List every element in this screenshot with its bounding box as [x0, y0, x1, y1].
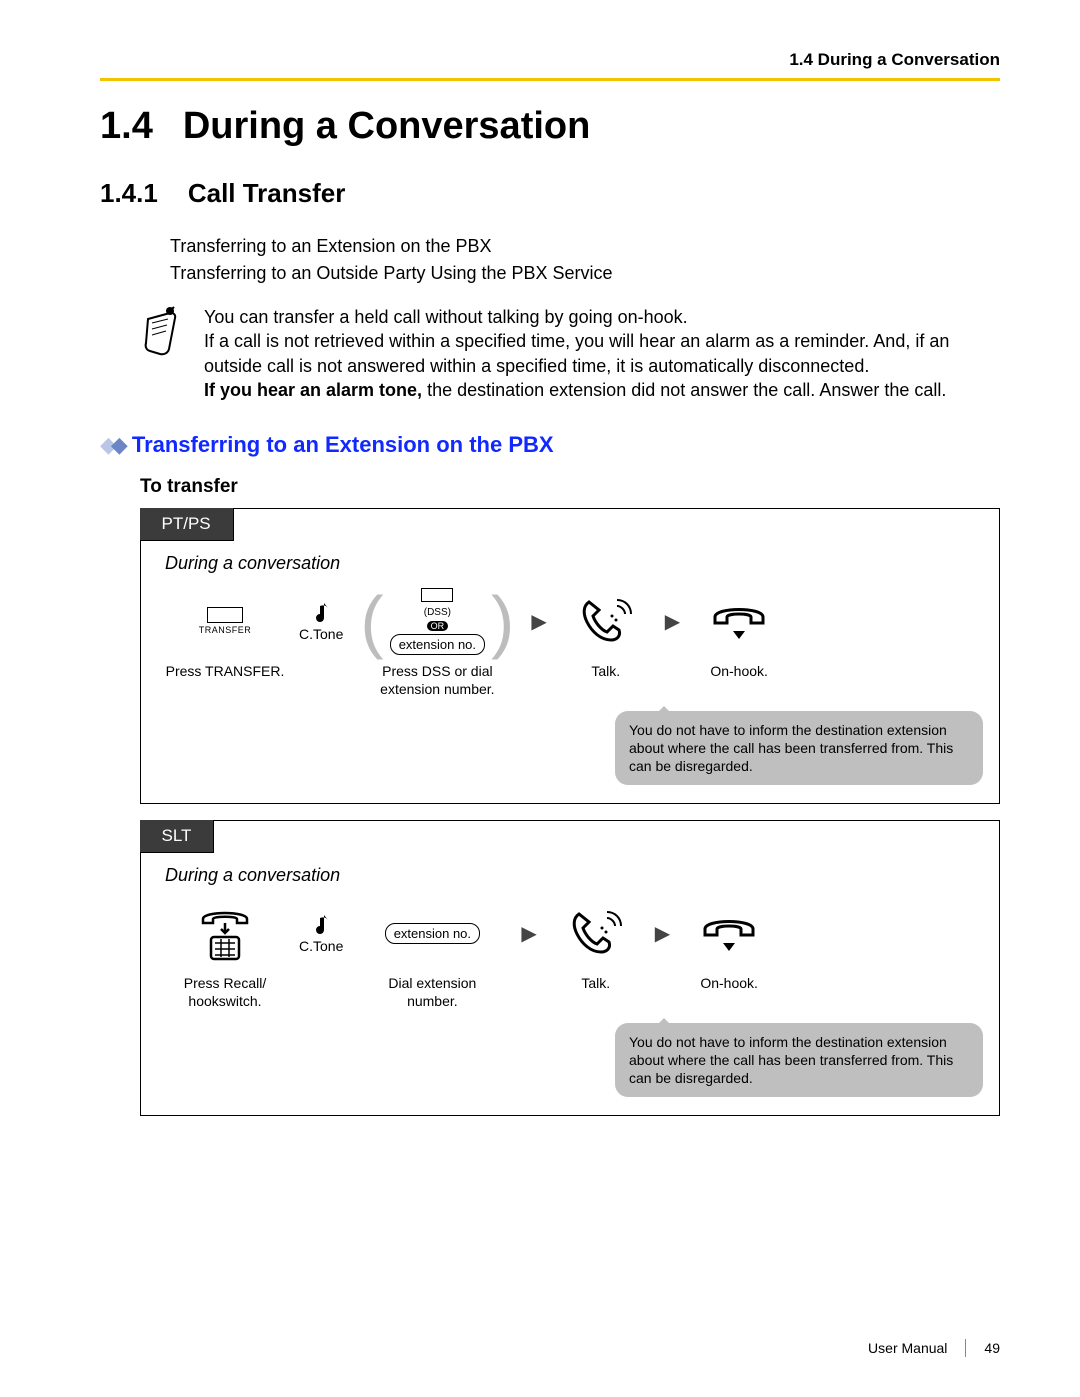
page: 1.4 During a Conversation 1.4 During a C… [0, 0, 1080, 1397]
step-recall: Press Recall/ hookswitch. [165, 898, 285, 1010]
onhook-icon [709, 601, 769, 641]
note-bold: If you hear an alarm tone, [204, 380, 422, 400]
note-line: If a call is not retrieved within a spec… [204, 329, 1000, 378]
handset-talk-icon [569, 908, 623, 958]
context-label: During a conversation [165, 553, 983, 574]
procedure-tab: PT/PS [140, 508, 234, 541]
section-title: During a Conversation [183, 105, 591, 148]
footer-label: User Manual [868, 1340, 947, 1356]
step-caption: Press DSS or dial extension number. [380, 662, 494, 698]
procedure-title: To transfer [140, 476, 1000, 498]
note-text: You can transfer a held call without tal… [204, 305, 1000, 402]
step-caption: Press Recall/ hookswitch. [184, 974, 266, 1010]
diamond-bullet-icon: ◆◆ [100, 432, 122, 458]
step-caption: On-hook. [700, 974, 758, 992]
arrow-icon: ▶ [655, 898, 670, 968]
top-rule [100, 78, 1000, 81]
page-footer: User Manual 49 [868, 1339, 1000, 1357]
step-ext: extension no. Dial extension number. [357, 898, 507, 1010]
step-onhook: On-hook. [684, 898, 774, 992]
ctone-label: C.Tone [299, 626, 343, 642]
step-caption: Press TRANSFER. [166, 662, 285, 680]
section-number: 1.4 [100, 105, 153, 148]
blue-subheading: ◆◆ Transferring to an Extension on the P… [100, 432, 1000, 458]
music-note-icon [310, 912, 332, 938]
note-rest: the destination extension did not answer… [422, 380, 946, 400]
step-transfer: TRANSFER Press TRANSFER. [165, 586, 285, 680]
running-head: 1.4 During a Conversation [100, 50, 1000, 70]
toc-item: Transferring to an Outside Party Using t… [170, 260, 1000, 287]
hookswitch-icon [197, 903, 253, 963]
step-caption: Dial extension number. [388, 974, 476, 1010]
or-badge: OR [427, 621, 449, 631]
subsection-number: 1.4.1 [100, 178, 158, 209]
subsection-heading: 1.4.1 Call Transfer [100, 178, 1000, 209]
subsection-title: Call Transfer [188, 178, 346, 209]
step-talk: Talk. [561, 586, 651, 680]
steps-row: Press Recall/ hookswitch. C.Tone extensi… [165, 898, 983, 1010]
toc-list: Transferring to an Extension on the PBX … [170, 233, 1000, 287]
paren-right-icon: ) [491, 600, 514, 642]
toc-item: Transferring to an Extension on the PBX [170, 233, 1000, 260]
footer-divider [965, 1339, 966, 1357]
note-line: You can transfer a held call without tal… [204, 305, 1000, 329]
arrow-icon: ▶ [531, 586, 546, 656]
procedure-box-slt: SLT During a conversation [140, 820, 1000, 1116]
procedure-tab: SLT [140, 820, 215, 853]
handset-talk-icon [579, 596, 633, 646]
arrow-icon: ▶ [521, 898, 536, 968]
transfer-key-icon [207, 607, 243, 623]
note-line: If you hear an alarm tone, the destinati… [204, 378, 1000, 402]
step-caption: Talk. [591, 662, 620, 680]
ctone-indicator: C.Tone [299, 586, 343, 656]
section-heading: 1.4 During a Conversation [100, 105, 1000, 148]
step-caption: On-hook. [710, 662, 768, 680]
footer-page: 49 [984, 1340, 1000, 1356]
arrow-icon: ▶ [665, 586, 680, 656]
onhook-icon [699, 913, 759, 953]
tip-bubble: You do not have to inform the destinatio… [615, 1023, 983, 1098]
note-block: You can transfer a held call without tal… [140, 305, 1000, 402]
context-label: During a conversation [165, 865, 983, 886]
dss-label: (DSS) [424, 607, 451, 618]
step-talk: Talk. [551, 898, 641, 992]
music-note-icon [310, 600, 332, 626]
step-onhook: On-hook. [694, 586, 784, 680]
step-dss-or-ext: ( (DSS) OR extension no. ) Press DSS or … [357, 586, 517, 698]
extension-pill: extension no. [385, 923, 480, 944]
blue-subheading-title: Transferring to an Extension on the PBX [132, 432, 554, 458]
extension-pill: extension no. [390, 634, 485, 655]
tip-bubble: You do not have to inform the destinatio… [615, 711, 983, 786]
procedure-box-ptps: PT/PS During a conversation TRANSFER Pre… [140, 508, 1000, 804]
paren-left-icon: ( [360, 600, 383, 642]
ctone-indicator: C.Tone [299, 898, 343, 968]
dss-key-icon [421, 588, 453, 602]
steps-row: TRANSFER Press TRANSFER. C.Tone ( [165, 586, 983, 698]
transfer-key-label: TRANSFER [199, 625, 252, 635]
ctone-label: C.Tone [299, 938, 343, 954]
step-caption: Talk. [581, 974, 610, 992]
note-icon [140, 305, 186, 402]
